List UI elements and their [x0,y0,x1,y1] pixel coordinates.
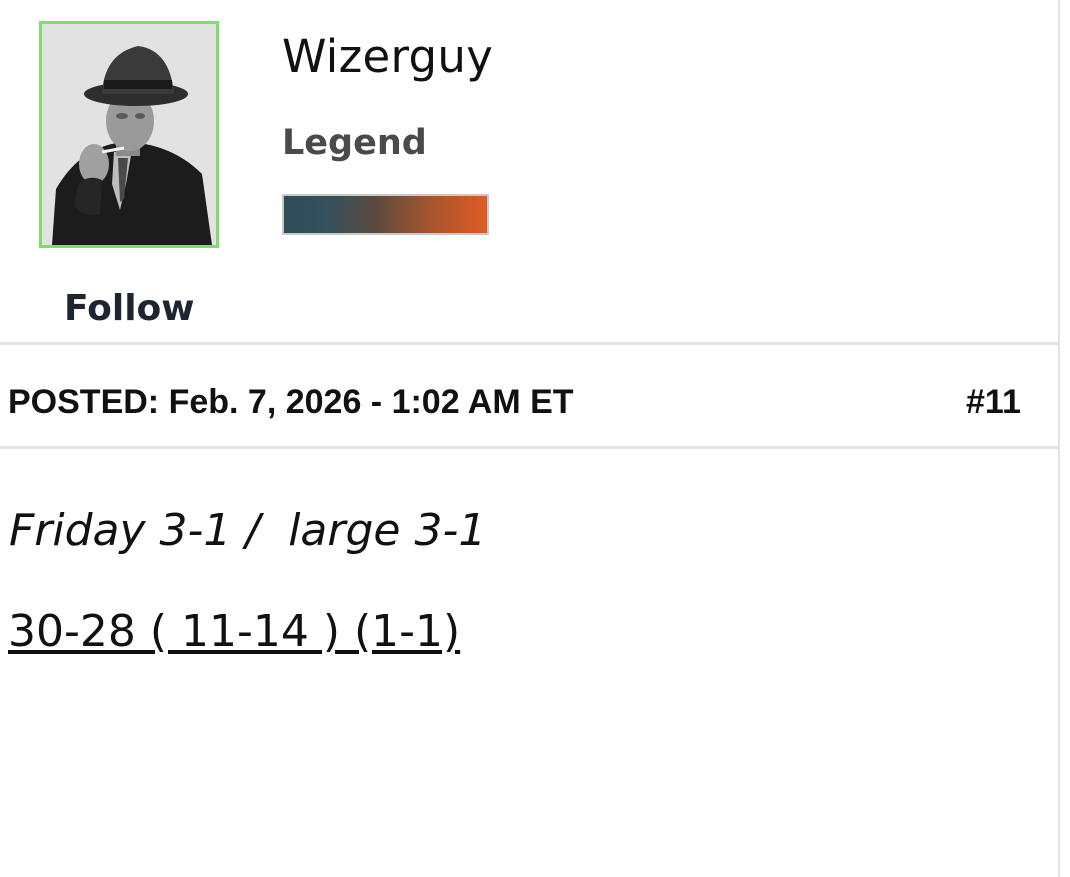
divider [0,342,1060,345]
post-body-link[interactable]: 30-28 ( 11-14 ) (1-1) [8,606,460,657]
post-body-line: Friday 3-1 / large 3-1 [9,505,487,556]
user-profile-card: Wizerguy Legend Follow [0,0,1058,342]
avatar[interactable] [39,21,219,248]
post-timestamp: POSTED: Feb. 7, 2026 - 1:02 AM ET [8,383,574,421]
right-divider [1058,0,1060,877]
rank-bar [282,194,489,235]
forum-post-page: Wizerguy Legend Follow POSTED: Feb. 7, 2… [0,0,1070,877]
divider [0,446,1060,449]
post-number-link[interactable]: #11 [966,383,1021,422]
follow-button[interactable]: Follow [64,288,195,329]
username[interactable]: Wizerguy [282,30,493,83]
user-rank: Legend [282,123,427,163]
avatar-image [42,24,216,245]
